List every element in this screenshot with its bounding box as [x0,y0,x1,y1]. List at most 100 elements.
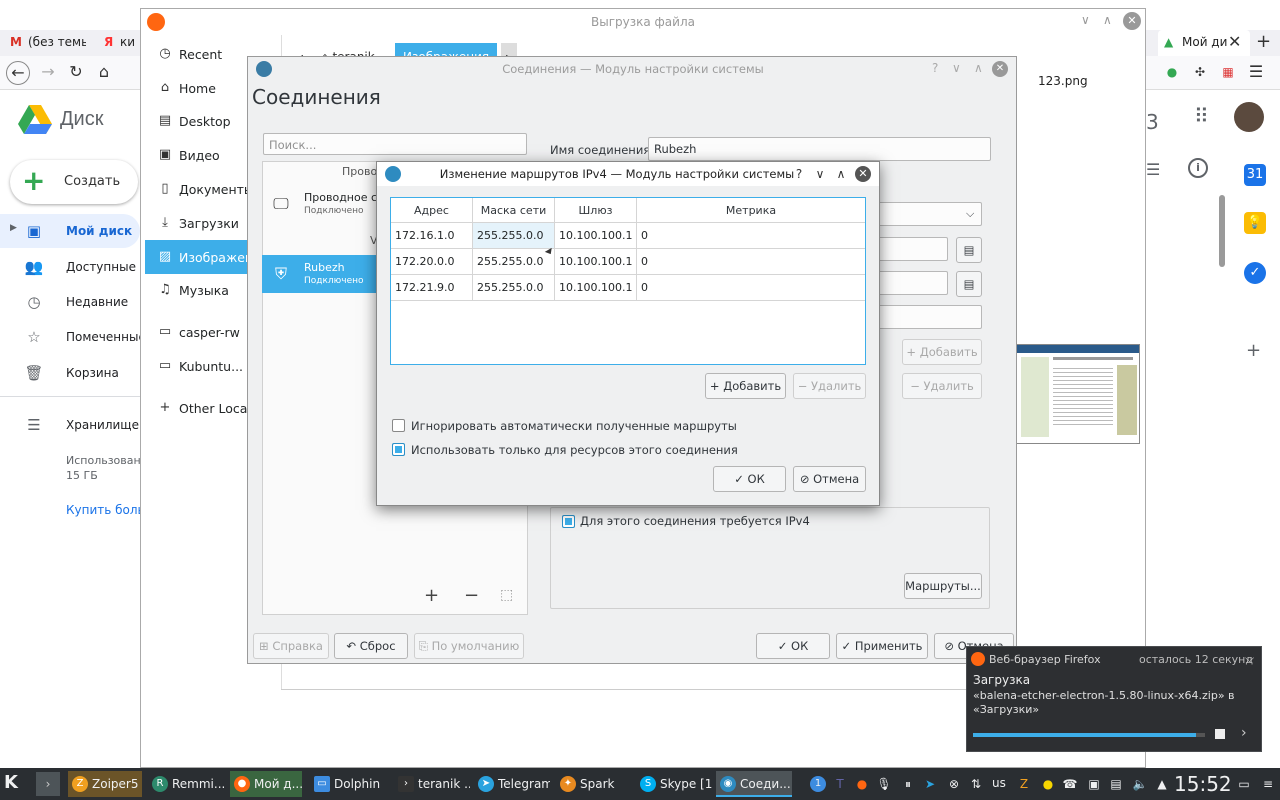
table-cell[interactable]: 172.21.9.0 [391,275,473,301]
table-cell[interactable]: 0 [637,275,865,301]
keyboard-layout[interactable]: us [992,776,1006,790]
pause-icon[interactable]: ⏸ [900,776,916,792]
chevron-right-icon[interactable]: › [1241,725,1247,741]
task-konsole[interactable]: › teranik ... [394,771,470,797]
microphone-icon[interactable]: 🎙 [876,776,892,792]
extension-icon[interactable]: ● [1160,61,1184,85]
close-icon[interactable]: ✕ [1123,12,1141,30]
close-icon[interactable]: ✕ [992,61,1008,77]
minimize-icon[interactable]: ∨ [812,166,828,182]
task-skype[interactable]: S Skype [1] [636,771,712,797]
routes-button[interactable]: Маршруты... [904,573,982,599]
expand-arrow-icon[interactable]: ▶ [10,223,17,233]
help-button[interactable]: ⊞ Справка [253,633,329,659]
add-button[interactable]: + Добавить [902,339,982,365]
calendar-icon[interactable]: 31 [1244,164,1266,186]
maximize-icon[interactable]: ∧ [1103,13,1112,27]
info-icon[interactable]: i [1188,158,1208,178]
menu-icon[interactable]: ☰ [1244,61,1268,85]
help-icon[interactable]: ? [791,166,807,182]
add-route-button[interactable]: + Добавить [705,373,786,399]
reset-button[interactable]: ↶ Сброс [334,633,408,659]
ok-button[interactable]: ✓ ОК [713,466,786,492]
close-icon[interactable]: ✕ [855,166,871,182]
require-ipv4-checkbox[interactable] [562,515,575,528]
browser-tab-gmail[interactable]: M (без темы [6,30,86,56]
add-addon-icon[interactable]: + [1246,340,1261,361]
column-header-gateway[interactable]: Шлюз [555,198,637,223]
tray-app-icon[interactable]: ● [1040,776,1056,792]
clock[interactable]: 15:52 [1174,772,1232,796]
column-header-netmask[interactable]: Маска сети [473,198,555,223]
file-name[interactable]: 123.png [1038,74,1088,88]
phone-icon[interactable]: ☎ [1062,776,1078,792]
firefox-tray-icon[interactable]: ● [854,776,870,792]
extension-icon[interactable]: ✣ [1188,61,1212,85]
add-connection-icon[interactable]: + [424,585,439,606]
drive-nav-recent[interactable]: ◷ Недавние [0,285,140,319]
task-zoiper[interactable]: Z Zoiper5 [68,771,142,797]
notifications-count-icon[interactable]: 1 [810,776,826,792]
close-tab-icon[interactable]: ✕ [1228,30,1241,54]
screenshot-icon[interactable]: ▣ [1086,776,1102,792]
table-cell[interactable]: 0 [637,223,865,249]
extension-icon[interactable]: ▦ [1216,61,1240,85]
browser-tab-yandex[interactable]: Я ки [100,30,140,56]
new-tab-icon[interactable]: + [1256,30,1271,54]
list-view-icon[interactable]: ☰ [1146,160,1160,179]
remove-route-button[interactable]: − Удалить [793,373,866,399]
maximize-icon[interactable]: ∧ [833,166,849,182]
download-notification[interactable]: Веб-браузер Firefox осталось 12 секунд ⌵… [966,646,1262,752]
remove-button[interactable]: − Удалить [902,373,982,399]
scrollbar[interactable] [1219,195,1225,267]
table-cell[interactable]: 255.255.0.0 [473,275,555,301]
connection-name-input[interactable]: Rubezh [648,137,991,161]
image-thumbnail[interactable] [1016,344,1140,444]
list-icon[interactable]: ▤ [956,237,982,263]
teams-icon[interactable]: T [832,776,848,792]
volume-icon[interactable]: 🔈 [1132,776,1148,792]
ignore-auto-routes-checkbox[interactable] [392,419,405,432]
drive-nav-storage[interactable]: ☰ Хранилище [0,408,140,442]
help-icon[interactable]: ? [932,61,938,75]
export-icon[interactable]: ⬚ [500,587,513,603]
task-firefox-drive[interactable]: ● Мой д... [230,771,302,797]
panel-settings-icon[interactable]: ≡ [1260,776,1276,792]
task-dolphin[interactable]: ▭ Dolphin [310,771,386,797]
avatar[interactable] [1234,102,1264,132]
close-circle-icon[interactable]: ⊗ [946,776,962,792]
tray-expand-icon[interactable]: ▲ [1154,776,1170,792]
stop-icon[interactable] [1215,729,1225,739]
show-desktop-icon[interactable]: ▭ [1236,776,1252,792]
kde-launcher-icon[interactable]: K [4,772,18,793]
remove-connection-icon[interactable]: − [464,585,479,606]
telegram-tray-icon[interactable]: ➤ [922,776,938,792]
only-resources-checkbox[interactable] [392,443,405,456]
task-remmina[interactable]: R Remmi... [148,771,224,797]
drive-nav-shared[interactable]: 👥 Доступные м [0,250,140,284]
network-tray-icon[interactable]: ⇅ [968,776,984,792]
table-cell[interactable]: 10.100.100.1 [555,223,637,249]
table-cell[interactable]: 0 [637,249,865,275]
minimize-icon[interactable]: ∨ [1081,13,1090,27]
task-spark[interactable]: ✦ Spark [556,771,630,797]
drive-nav-trash[interactable]: 🗑 Корзина [0,356,140,390]
clipboard-icon[interactable]: ▤ [1108,776,1124,792]
forward-icon[interactable]: → [36,61,60,85]
home-icon[interactable]: ⌂ [92,61,116,85]
drive-nav-my-drive[interactable]: ▶ ▣ Мой диск [0,214,140,248]
pager-icon[interactable]: › [36,772,60,796]
apps-grid-icon[interactable]: ⠿ [1194,104,1209,128]
column-header-metric[interactable]: Метрика [637,198,865,223]
table-cell[interactable]: 255.255.0.0 [473,223,555,249]
task-connections[interactable]: ◉ Соеди... [716,771,792,797]
task-telegram[interactable]: ➤ Telegram [474,771,550,797]
drive-nav-starred[interactable]: ☆ Помеченные [0,320,140,354]
buy-storage-link[interactable]: Купить больш [66,503,146,517]
chevron-down-icon[interactable]: ⌵ [1245,651,1254,666]
table-cell[interactable]: 172.16.1.0 [391,223,473,249]
table-cell[interactable]: 10.100.100.1 [555,275,637,301]
cancel-button[interactable]: ⊘ Отмена [793,466,866,492]
list-icon[interactable]: ▤ [956,271,982,297]
table-cell[interactable]: 255.255.0.0 [473,249,555,275]
